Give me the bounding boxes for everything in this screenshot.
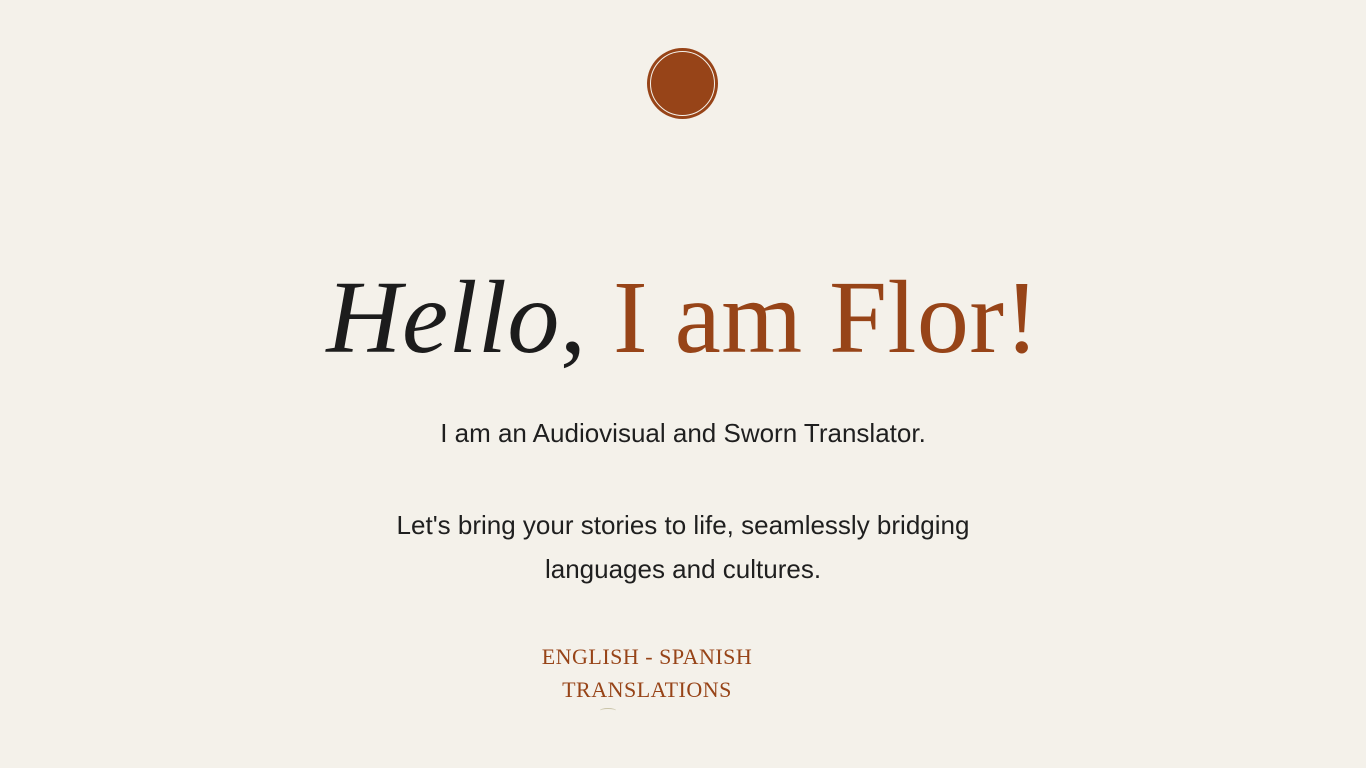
tagline: Let's bring your stories to life, seamle… [333,503,1033,591]
scroll-hint-icon [600,708,616,713]
tagline-line-1: Let's bring your stories to life, seamle… [396,510,970,540]
hero-name: I am Flor! [612,260,1040,375]
hero-comma: , [559,260,587,375]
services-line-1: ENGLISH - SPANISH [541,644,753,669]
tagline-line-2: languages and cultures. [544,554,822,584]
services-line-2: TRANSLATIONS [562,677,732,702]
subtitle: I am an Audiovisual and Sworn Translator… [440,418,926,448]
hero-greeting: Hello [326,260,560,375]
hero-title: Hello, I am Flor! [0,258,1366,378]
logo-circle-icon[interactable] [647,48,718,119]
services-label: ENGLISH - SPANISH TRANSLATIONS [487,640,807,706]
